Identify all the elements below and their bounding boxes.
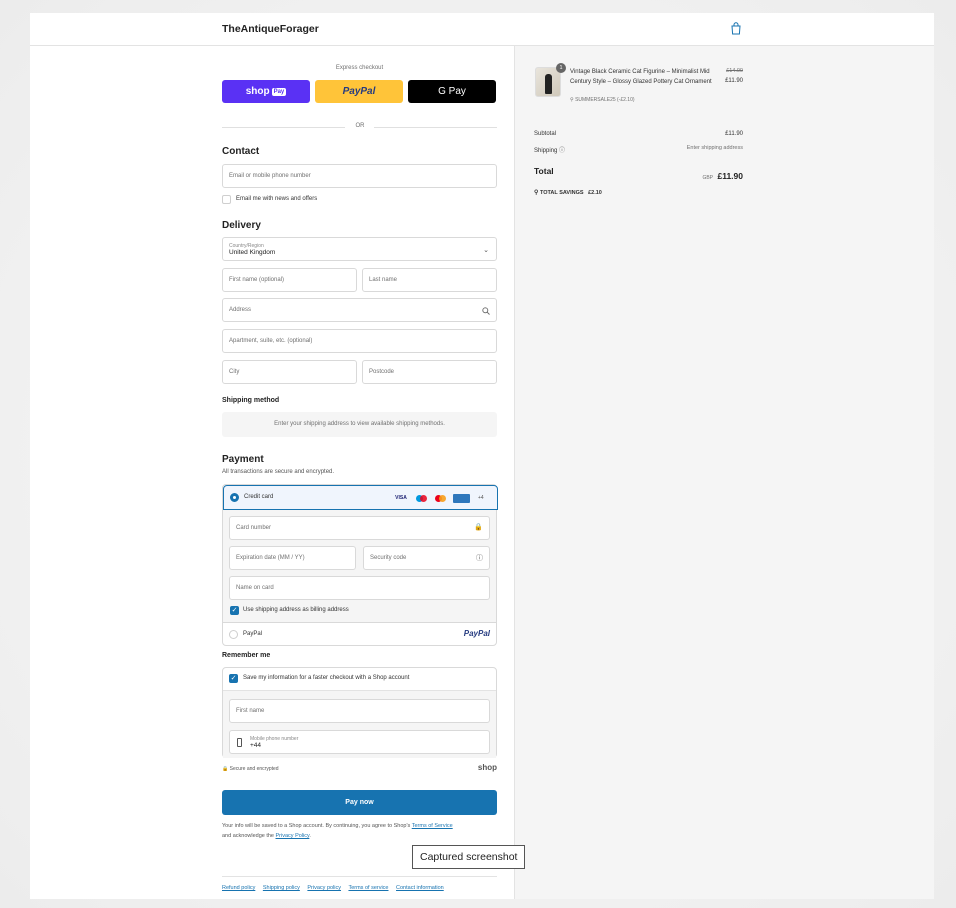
mastercard-icon: [435, 494, 447, 503]
city-field[interactable]: City: [222, 360, 357, 384]
billing-checkbox[interactable]: ✓: [230, 606, 239, 615]
country-select[interactable]: Country/Region United Kingdom ⌄: [222, 237, 497, 261]
contact-heading: Contact: [222, 146, 260, 157]
refund-policy-link[interactable]: Refund policy: [222, 885, 255, 891]
subtotal-value: £11.90: [725, 131, 743, 137]
order-summary: 1 Vintage Black Ceramic Cat Figurine – M…: [514, 46, 934, 899]
name-on-card-field[interactable]: Name on card: [229, 576, 490, 600]
total-amount: GBP £11.90: [702, 171, 743, 181]
terms-of-service-link[interactable]: Terms of Service: [412, 823, 453, 829]
search-icon: [482, 307, 490, 315]
card-fields: Card number 🔒 Expiration date (MM / YY) …: [223, 510, 496, 622]
payment-subtitle: All transactions are secure and encrypte…: [222, 469, 335, 475]
remember-me-heading: Remember me: [222, 652, 271, 659]
shop-logo: shop: [477, 763, 497, 772]
remember-me-panel: ✓ Save my information for a faster check…: [222, 667, 497, 758]
shipping-value: Enter shipping address: [686, 145, 743, 151]
address-field[interactable]: Address: [222, 298, 497, 322]
postcode-field[interactable]: Postcode: [362, 360, 497, 384]
tag-icon: ⚲: [534, 190, 539, 196]
shipping-policy-link[interactable]: Shipping policy: [263, 885, 300, 891]
total-savings: ⚲ TOTAL SAVINGS £2.10: [534, 190, 602, 196]
discount-code: ⚲ SUMMERSALE25 (-£2.10): [570, 97, 635, 103]
product-name: Vintage Black Ceramic Cat Figurine – Min…: [570, 69, 712, 85]
shop-terms-text: Your info will be saved to a Shop accoun…: [222, 823, 453, 839]
total-label: Total: [534, 166, 554, 176]
help-icon[interactable]: ⓘ: [559, 148, 565, 154]
delivery-heading: Delivery: [222, 220, 261, 231]
paypal-radio[interactable]: [229, 630, 238, 639]
footer-links: Refund policy Shipping policy Privacy po…: [222, 885, 450, 891]
credit-card-radio[interactable]: [230, 493, 239, 502]
email-field[interactable]: Email or mobile phone number: [222, 164, 497, 188]
currency-code: GBP: [702, 175, 714, 181]
more-cards-count: +4: [478, 495, 484, 501]
payment-methods: Credit card VISA +4 Card number 🔒 Expira…: [222, 484, 498, 646]
news-checkbox[interactable]: [222, 195, 231, 204]
lock-icon: 🔒: [222, 766, 229, 772]
tag-icon: ⚲: [570, 97, 574, 103]
first-name-field[interactable]: First name: [229, 699, 490, 723]
billing-label: Use shipping address as billing address: [243, 607, 349, 613]
mobile-phone-field[interactable]: Mobile phone number +44: [229, 730, 490, 754]
shop-pay-button[interactable]: shop Pay: [222, 80, 310, 103]
captured-screenshot-tooltip: Captured screenshot: [412, 845, 526, 869]
privacy-policy-footer-link[interactable]: Privacy policy: [307, 885, 341, 891]
shipping-method-notice: Enter your shipping address to view avai…: [222, 412, 497, 437]
product-price: £11.90: [725, 78, 743, 84]
visa-icon: VISA: [395, 495, 407, 501]
contact-information-link[interactable]: Contact information: [396, 885, 444, 891]
chevron-down-icon: ⌄: [483, 247, 489, 254]
bag-icon[interactable]: [730, 22, 742, 35]
credit-card-option[interactable]: Credit card VISA +4: [223, 485, 498, 510]
payment-heading: Payment: [222, 454, 264, 465]
credit-card-label: Credit card: [244, 494, 274, 500]
amex-icon: [453, 494, 470, 503]
help-icon[interactable]: ⓘ: [476, 553, 483, 563]
or-divider: OR: [222, 123, 497, 131]
express-checkout-label: Express checkout: [335, 65, 384, 71]
shipping-label: Shipping ⓘ: [534, 148, 566, 154]
google-pay-button[interactable]: G Pay: [408, 80, 496, 103]
header: TheAntiqueForager: [30, 13, 934, 46]
apartment-field[interactable]: Apartment, suite, etc. (optional): [222, 329, 497, 353]
phone-icon: [237, 738, 242, 747]
remember-fields: First name Mobile phone number +44: [223, 690, 496, 758]
card-number-field[interactable]: Card number 🔒: [229, 516, 490, 540]
first-name-field[interactable]: First name (optional): [222, 268, 357, 292]
save-info-label: Save my information for a faster checkou…: [243, 675, 410, 681]
subtotal-label: Subtotal: [534, 131, 557, 137]
privacy-policy-link[interactable]: Privacy Policy: [276, 833, 310, 839]
paypal-express-button[interactable]: PayPal: [315, 80, 403, 103]
store-logo[interactable]: TheAntiqueForager: [222, 23, 319, 35]
secure-note: 🔒 Secure and encrypted: [222, 766, 279, 772]
shipping-method-heading: Shipping method: [222, 397, 280, 404]
pay-now-button[interactable]: Pay now: [222, 790, 497, 815]
save-info-checkbox[interactable]: ✓: [229, 674, 238, 683]
news-label: Email me with news and offers: [236, 196, 318, 202]
footer-divider: [222, 876, 497, 877]
paypal-option[interactable]: PayPal PayPal: [223, 622, 496, 646]
paypal-label: PayPal: [243, 631, 263, 637]
checkout-page: TheAntiqueForager 1 Vintage Black Cerami…: [30, 13, 934, 899]
terms-of-service-footer-link[interactable]: Terms of service: [348, 885, 388, 891]
paypal-logo: PayPal: [463, 629, 490, 638]
quantity-badge: 1: [556, 63, 566, 73]
security-code-field[interactable]: Security code ⓘ: [363, 546, 490, 570]
maestro-icon: [416, 494, 428, 503]
last-name-field[interactable]: Last name: [362, 268, 497, 292]
original-price: £14.00: [726, 68, 743, 74]
lock-icon: 🔒: [474, 524, 483, 531]
expiry-field[interactable]: Expiration date (MM / YY): [229, 546, 356, 570]
